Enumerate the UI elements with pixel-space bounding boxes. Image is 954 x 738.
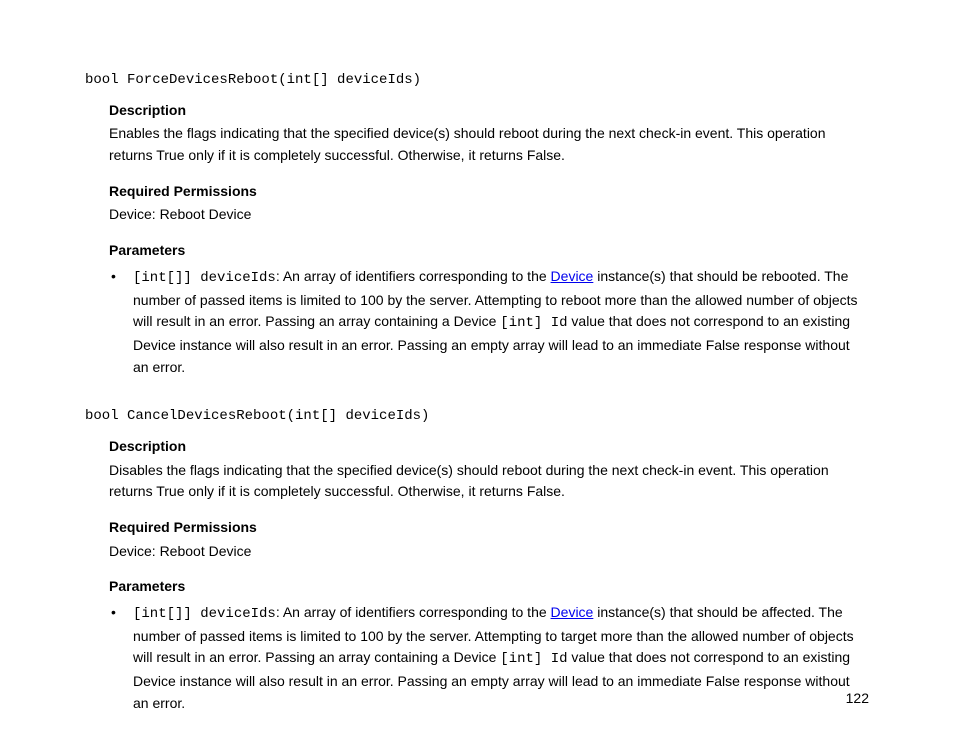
parameters-list: [int[]] deviceIds: An array of identifie… <box>109 602 869 714</box>
parameter-item: [int[]] deviceIds: An array of identifie… <box>109 266 869 378</box>
param-text-a: : An array of identifiers corresponding … <box>276 268 551 284</box>
parameters-label: Parameters <box>109 240 869 262</box>
device-link[interactable]: Device <box>551 604 594 620</box>
parameter-item: [int[]] deviceIds: An array of identifie… <box>109 602 869 714</box>
parameters-label: Parameters <box>109 576 869 598</box>
description-text: Disables the flags indicating that the s… <box>109 460 869 503</box>
param-type: [int[]] deviceIds <box>133 270 276 286</box>
description-label: Description <box>109 436 869 458</box>
permissions-block: Required Permissions Device: Reboot Devi… <box>109 517 869 562</box>
description-label: Description <box>109 100 869 122</box>
device-link[interactable]: Device <box>551 268 594 284</box>
param-type: [int[]] deviceIds <box>133 606 276 622</box>
description-text: Enables the flags indicating that the sp… <box>109 123 869 166</box>
method-section: Description Enables the flags indicating… <box>85 100 869 379</box>
permissions-block: Required Permissions Device: Reboot Devi… <box>109 181 869 226</box>
param-text-a: : An array of identifiers corresponding … <box>276 604 551 620</box>
permissions-label: Required Permissions <box>109 517 869 539</box>
page-number: 122 <box>846 688 869 710</box>
method-signature: bool CancelDevicesReboot(int[] deviceIds… <box>85 406 869 428</box>
param-inline-code: [int] Id <box>500 315 567 331</box>
param-inline-code: [int] Id <box>500 651 567 667</box>
permissions-label: Required Permissions <box>109 181 869 203</box>
permissions-text: Device: Reboot Device <box>109 541 869 563</box>
method-signature: bool ForceDevicesReboot(int[] deviceIds) <box>85 70 869 92</box>
parameters-list: [int[]] deviceIds: An array of identifie… <box>109 266 869 378</box>
method-section: Description Disables the flags indicatin… <box>85 436 869 715</box>
permissions-text: Device: Reboot Device <box>109 204 869 226</box>
